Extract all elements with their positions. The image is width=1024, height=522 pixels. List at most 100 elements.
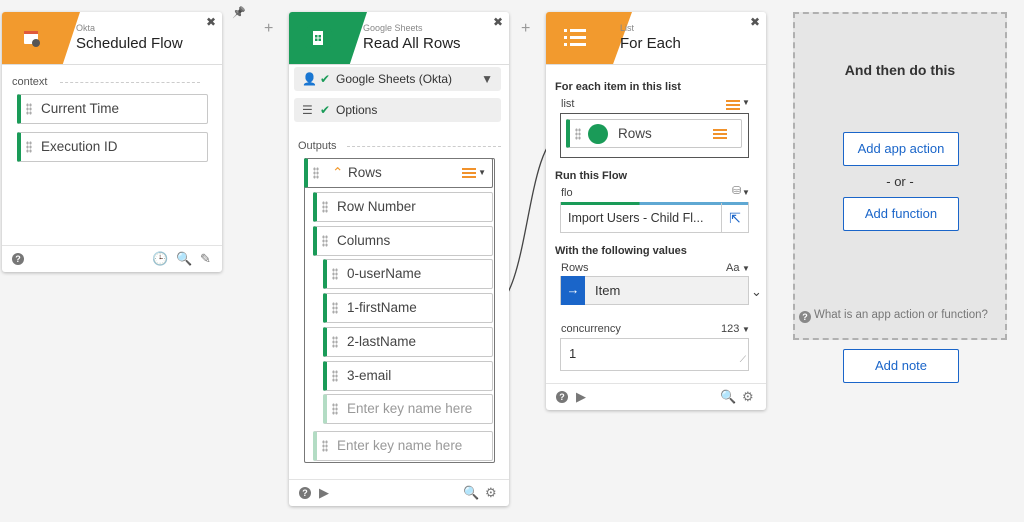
card-footer: ? ▶ 🔍 ⚙ <box>546 383 766 410</box>
chevron-down-icon[interactable]: ⌄ <box>751 284 762 300</box>
list-label: list <box>561 98 575 110</box>
search-icon[interactable]: 🔍 <box>176 251 192 267</box>
drag-handle-icon[interactable] <box>575 128 581 140</box>
chevron-down-icon[interactable]: ▼ <box>742 188 750 197</box>
placeholder-text: Enter key name here <box>347 401 473 416</box>
column-field-firstname[interactable]: 1-firstName <box>323 293 493 323</box>
card-footer: ? 🕒 🔍 ✎ <box>2 245 222 272</box>
drag-handle-icon[interactable] <box>26 141 32 153</box>
field-label: Rows <box>348 165 382 180</box>
scheduled-flow-card: Okta Scheduled Flow ✖ context Current Ti… <box>2 12 222 272</box>
section-heading: With the following values <box>555 245 687 257</box>
add-app-action-button[interactable]: Add app action <box>843 132 959 166</box>
field-label: Execution ID <box>41 139 118 154</box>
external-link-icon[interactable]: ⇱ <box>721 203 748 232</box>
context-label: context <box>12 76 48 88</box>
outputs-label: Outputs <box>298 140 337 152</box>
new-key-input-outer[interactable]: Enter key name here <box>313 431 493 461</box>
resize-handle-icon[interactable]: ⟋ <box>740 344 746 374</box>
pin-icon[interactable]: 📌 <box>232 6 246 19</box>
play-icon[interactable]: ▶ <box>319 485 329 501</box>
drag-handle-icon[interactable] <box>332 336 338 348</box>
help-link[interactable]: What is an app action or function? <box>814 309 988 321</box>
add-step-plus[interactable]: + <box>264 20 273 38</box>
add-step-plus[interactable]: + <box>521 20 530 38</box>
chevron-up-icon[interactable]: ⌃ <box>332 159 343 187</box>
type-number-label[interactable]: 123 <box>721 323 739 335</box>
card-footer: ? ▶ 🔍 ⚙ <box>289 479 509 506</box>
list-icon <box>564 29 586 46</box>
type-text-label[interactable]: Aa <box>726 262 739 274</box>
for-each-card: List For Each ✖ For each item in this li… <box>546 12 766 410</box>
section-heading: For each item in this list <box>555 81 681 93</box>
list-value-field[interactable]: Rows <box>566 119 742 148</box>
arrow-right-icon: → <box>561 276 585 305</box>
help-icon[interactable]: ? <box>299 487 311 499</box>
column-field-lastname[interactable]: 2-lastName <box>323 327 493 357</box>
check-icon: ✔ <box>320 103 331 117</box>
next-step-placeholder: And then do this Add app action - or - A… <box>793 12 1007 340</box>
context-divider <box>60 82 200 83</box>
close-icon[interactable]: ✖ <box>206 15 216 29</box>
drag-handle-icon[interactable] <box>332 403 338 415</box>
pencil-icon[interactable]: ✎ <box>200 251 211 267</box>
options-row[interactable]: ☰ ✔ Options <box>294 98 501 122</box>
card-title: Scheduled Flow <box>76 35 183 52</box>
column-field-username[interactable]: 0-userName <box>323 259 493 289</box>
clock-icon[interactable]: 🕒 <box>152 251 168 267</box>
drag-handle-icon[interactable] <box>322 201 328 213</box>
drag-handle-icon[interactable] <box>332 302 338 314</box>
chevron-down-icon: ▼ <box>481 72 493 86</box>
search-icon[interactable]: 🔍 <box>720 389 736 405</box>
field-label: 1-firstName <box>347 300 417 315</box>
gear-icon[interactable]: ⚙ <box>485 485 497 501</box>
new-key-input-inner[interactable]: Enter key name here <box>323 394 493 424</box>
concurrency-input[interactable]: 1 ⟋ <box>560 338 749 371</box>
placeholder-text: Enter key name here <box>337 438 463 453</box>
field-label: 3-email <box>347 368 392 383</box>
gear-icon[interactable]: ⚙ <box>742 389 754 405</box>
execution-id-field[interactable]: Execution ID <box>17 132 208 162</box>
chevron-down-icon[interactable]: ▼ <box>742 325 750 334</box>
drag-handle-icon[interactable] <box>332 268 338 280</box>
outputs-divider <box>347 146 501 147</box>
next-step-heading: And then do this <box>844 62 956 78</box>
row-number-field[interactable]: Row Number <box>313 192 493 222</box>
connection-name: Google Sheets (Okta) <box>336 72 453 86</box>
section-heading: Run this Flow <box>555 170 628 182</box>
help-icon[interactable]: ? <box>799 311 811 323</box>
add-note-button[interactable]: Add note <box>843 349 959 383</box>
add-function-button[interactable]: Add function <box>843 197 959 231</box>
columns-field[interactable]: Columns <box>313 226 493 256</box>
drag-handle-icon[interactable] <box>332 370 338 382</box>
drag-handle-icon[interactable] <box>313 167 319 179</box>
drag-handle-icon[interactable] <box>322 235 328 247</box>
flo-input[interactable]: Import Users - Child Fl... ⇱ <box>560 202 749 233</box>
flo-label: flo <box>561 187 573 199</box>
drag-handle-icon[interactable] <box>322 440 328 452</box>
current-time-field[interactable]: Current Time <box>17 94 208 124</box>
rows-field[interactable]: ⌃ Rows ▼ <box>304 158 493 188</box>
play-icon[interactable]: ▶ <box>576 389 586 405</box>
field-label: Columns <box>337 233 391 248</box>
drag-handle-icon[interactable] <box>26 103 32 115</box>
google-sheets-icon <box>588 124 608 144</box>
database-icon[interactable]: ⛁ <box>732 184 741 197</box>
chevron-down-icon[interactable]: ▼ <box>742 264 750 273</box>
close-icon[interactable]: ✖ <box>750 15 760 29</box>
help-icon[interactable]: ? <box>556 391 568 403</box>
help-icon[interactable]: ? <box>12 253 24 265</box>
column-field-email[interactable]: 3-email <box>323 361 493 391</box>
list-type-icon[interactable] <box>726 100 740 110</box>
search-icon[interactable]: 🔍 <box>463 485 479 501</box>
google-sheets-icon <box>303 23 333 53</box>
chevron-down-icon[interactable]: ▼ <box>478 159 486 187</box>
close-icon[interactable]: ✖ <box>493 15 503 29</box>
item-field[interactable]: → Item <box>560 276 749 305</box>
card-title: Read All Rows <box>363 35 461 52</box>
list-type-icon[interactable] <box>462 168 476 178</box>
connection-select[interactable]: 👤 ✔ Google Sheets (Okta) ▼ <box>294 67 501 91</box>
app-name: List <box>620 23 635 33</box>
app-name: Okta <box>76 23 96 33</box>
chevron-down-icon[interactable]: ▼ <box>742 98 750 107</box>
